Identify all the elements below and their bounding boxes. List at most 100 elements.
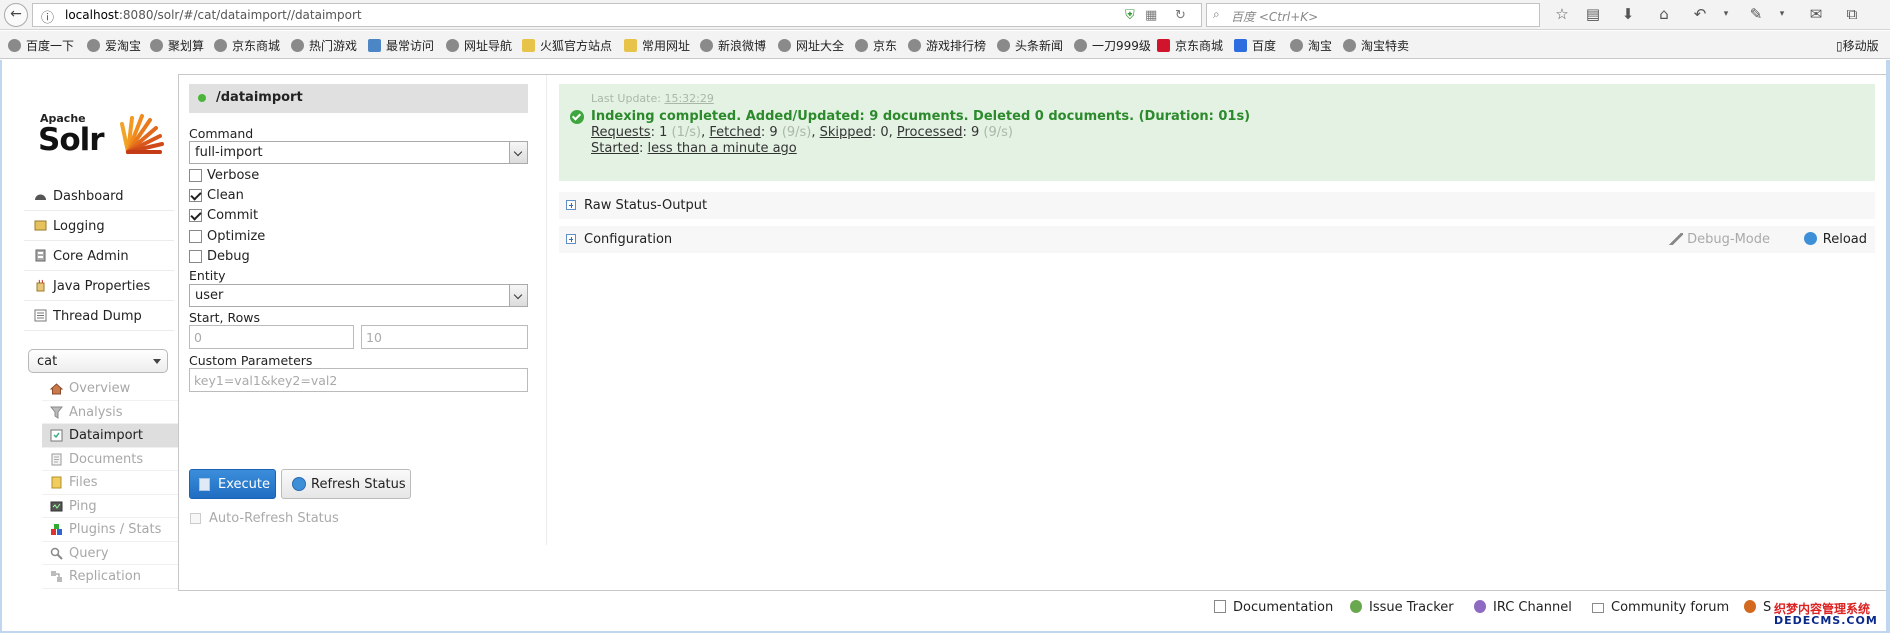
documentation-link[interactable]: Documentation [1214,600,1333,615]
bookmark-item[interactable]: 京东商城 [1157,37,1223,54]
undo-icon[interactable]: ↶ [1690,5,1710,23]
core-nav-item-documents[interactable]: Documents [42,448,178,471]
star-icon[interactable]: ☆ [1552,5,1572,23]
window-border [1886,60,1890,633]
bookmark-item[interactable]: 爱淘宝 [87,37,141,54]
bookmark-item[interactable]: 一刀999级 [1074,37,1151,54]
rows-placeholder: 10 [366,330,382,345]
browser-toolbar: ← ⓘ localhost:8080/solr/#/cat/dataimport… [0,0,1890,30]
custom-params-input[interactable]: key1=val1&key2=val2 [189,368,528,392]
bookmark-item[interactable]: 热门游戏 [291,37,357,54]
search-input[interactable]: ⌕ 百度 <Ctrl+K> [1206,3,1540,27]
shield-icon[interactable]: ⛨ [1125,8,1135,23]
refresh-status-button[interactable]: Refresh Status [281,469,411,499]
handler-name: /dataimport [216,90,303,105]
globe-icon [8,39,21,52]
bookmark-item[interactable]: 常用网址 [624,37,690,54]
extension-icon[interactable]: ✎ [1746,5,1766,23]
core-nav: Overview Analysis Dataimport Documents F… [42,377,178,589]
url-text: localhost:8080/solr/#/cat/dataimport//da… [65,8,362,22]
solr-sun-icon [120,114,164,154]
bookmark-item[interactable]: 网址大全 [778,37,844,54]
status-started: Started: less than a minute ago [591,141,797,156]
command-select[interactable]: full-import [189,141,528,164]
status-dot-icon [198,94,206,102]
status-panel: Last Update: 15:32:29 Indexing completed… [559,84,1875,181]
core-admin-icon [35,249,46,262]
nav-item-dashboard[interactable]: Dashboard [24,181,174,211]
core-selector-value: cat [37,354,58,369]
core-nav-item-ping[interactable]: Ping [42,495,178,518]
bookmark-item[interactable]: 新浪微博 [700,37,766,54]
nav-item-core-admin[interactable]: Core Admin [24,241,174,271]
community-forum-link[interactable]: Community forum [1592,600,1729,615]
checkbox-box [189,189,202,202]
chat-icon[interactable]: ✉ [1806,5,1826,23]
bookmark-item[interactable]: 京东商城 [214,37,280,54]
chevron-down-icon [153,359,161,364]
start-input[interactable]: 0 [189,325,354,349]
nav-item-thread-dump[interactable]: Thread Dump [24,301,174,331]
core-nav-item-plugins-stats[interactable]: Plugins / Stats [42,518,178,542]
last-update-time: 15:32:29 [664,92,714,105]
core-nav-item-files[interactable]: Files [42,471,178,495]
bookmark-item[interactable]: 聚划算 [150,37,204,54]
nav-item-java-properties[interactable]: Java Properties [24,271,174,301]
back-button[interactable]: ← [4,3,28,27]
core-nav-item-dataimport[interactable]: Dataimport [42,424,178,448]
bookmark-item[interactable]: 百度 [1234,37,1276,54]
execute-button[interactable]: Execute [189,469,276,499]
command-select-value: full-import [195,145,263,160]
issue-tracker-link[interactable]: Issue Tracker [1350,600,1454,615]
bookmark-item[interactable]: 淘宝特卖 [1343,37,1409,54]
bookmark-item[interactable]: 网址导航 [446,37,512,54]
info-icon[interactable]: ⓘ [41,7,54,26]
bookmark-item[interactable]: 京东 [855,37,897,54]
solr-icon [1744,600,1756,613]
globe-icon [1074,39,1087,52]
main-nav: Dashboard Logging Core Admin Java Proper… [24,181,174,331]
bookmark-item[interactable]: 游戏排行榜 [908,37,986,54]
home-icon[interactable]: ⌂ [1654,5,1674,23]
handler-header[interactable]: /dataimport [189,84,528,113]
core-nav-item-replication[interactable]: Replication [42,565,178,589]
download-icon[interactable]: ⬇ [1618,5,1638,23]
bookmark-item[interactable]: 火狐官方站点 [522,37,612,54]
folder-icon [522,39,535,52]
entity-select[interactable]: user [189,284,528,307]
entity-label: Entity [189,268,226,283]
custom-params-label: Custom Parameters [189,353,313,368]
qrcode-icon[interactable]: ▦ [1145,8,1157,23]
reload-page-icon[interactable]: ↻ [1175,8,1186,23]
configuration-section[interactable]: Configuration Debug-Mode Reload [559,226,1875,253]
debug-mode-button[interactable]: Debug-Mode [1669,232,1770,247]
checkbox-box [189,169,202,182]
core-nav-item-analysis[interactable]: Analysis [42,401,178,424]
chevron-down-icon[interactable]: ▾ [1772,9,1792,19]
home-icon [50,383,63,395]
replication-icon [51,571,62,582]
irc-channel-link[interactable]: IRC Channel [1474,600,1572,615]
bookmark-item[interactable]: 头条新闻 [997,37,1063,54]
chevron-down-icon [509,142,527,163]
search-icon: ⌕ [1213,7,1220,21]
reading-list-icon[interactable]: ▤ [1583,5,1603,23]
globe-icon [1290,39,1303,52]
nav-item-logging[interactable]: Logging [24,211,174,241]
core-nav-item-overview[interactable]: Overview [42,377,178,401]
raw-status-section[interactable]: Raw Status-Output [559,192,1875,219]
bookmark-item[interactable]: 最常访问 [368,37,434,54]
mobile-bookmarks[interactable]: ▯移动版 [1836,37,1879,54]
solr-logo[interactable]: Apache Solr [38,100,168,160]
bookmark-item[interactable]: 淘宝 [1290,37,1332,54]
chevron-down-icon[interactable]: ▾ [1716,9,1736,19]
crop-icon[interactable]: ⧉ [1842,5,1862,23]
bug-icon [1350,600,1362,613]
core-selector[interactable]: cat [28,349,168,373]
reload-button[interactable]: Reload [1803,232,1867,247]
bookmark-item[interactable]: 百度一下 [8,37,74,54]
core-nav-item-query[interactable]: Query [42,542,178,565]
logo-solr: Solr [38,122,105,158]
address-bar[interactable]: ⓘ localhost:8080/solr/#/cat/dataimport//… [32,3,1202,27]
rows-input[interactable]: 10 [361,325,528,349]
